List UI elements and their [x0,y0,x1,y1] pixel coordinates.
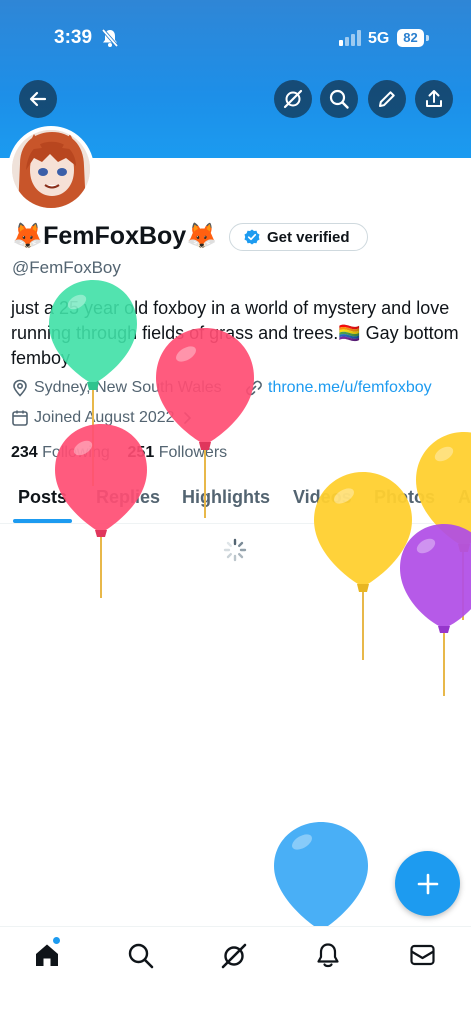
location-pin-icon [13,379,27,397]
calendar-icon [12,410,28,426]
battery-tip [426,35,429,41]
battery-indicator: 82 [397,29,424,47]
avatar[interactable] [8,126,94,212]
loading-spinner-icon [223,538,247,562]
status-time: 3:39 [54,27,93,48]
back-icon [29,91,47,107]
search-icon [329,89,349,109]
bottom-navigation [0,926,471,1024]
balloon-pink-right [156,328,254,518]
edit-button[interactable] [368,80,406,118]
messages-icon[interactable] [409,942,436,968]
grok-button[interactable] [274,80,312,118]
compose-post-button[interactable] [395,851,460,916]
notifications-icon[interactable] [315,942,341,969]
plus-icon [417,873,438,894]
website-row[interactable]: throne.me/u/femfoxboy [245,379,432,397]
grok-icon[interactable] [220,942,248,970]
share-button[interactable] [415,80,453,118]
avatar-illustration [12,130,90,208]
profile-handle: @FemFoxBoy [12,258,121,277]
home-icon[interactable] [34,942,60,968]
website-link[interactable]: throne.me/u/femfoxboy [268,379,432,397]
bell-slash-icon [101,28,119,48]
profile-name: 🦊FemFoxBoy🦊 [12,222,218,250]
search-button[interactable] [320,80,358,118]
balloon-pink-left [55,424,147,598]
home-notification-dot [53,937,60,944]
share-icon [426,90,442,107]
verified-badge-icon [244,229,260,245]
signal-icon [339,30,361,46]
edit-icon [379,91,395,107]
network-type: 5G [368,30,390,47]
grok-icon [283,89,303,109]
balloon-purple [400,524,471,696]
get-verified-button[interactable]: Get verified [229,223,368,251]
search-icon[interactable] [127,942,154,969]
balloon-blue [274,822,368,926]
following-count: 234 [11,444,38,461]
back-button[interactable] [19,80,57,118]
get-verified-label: Get verified [267,228,350,246]
